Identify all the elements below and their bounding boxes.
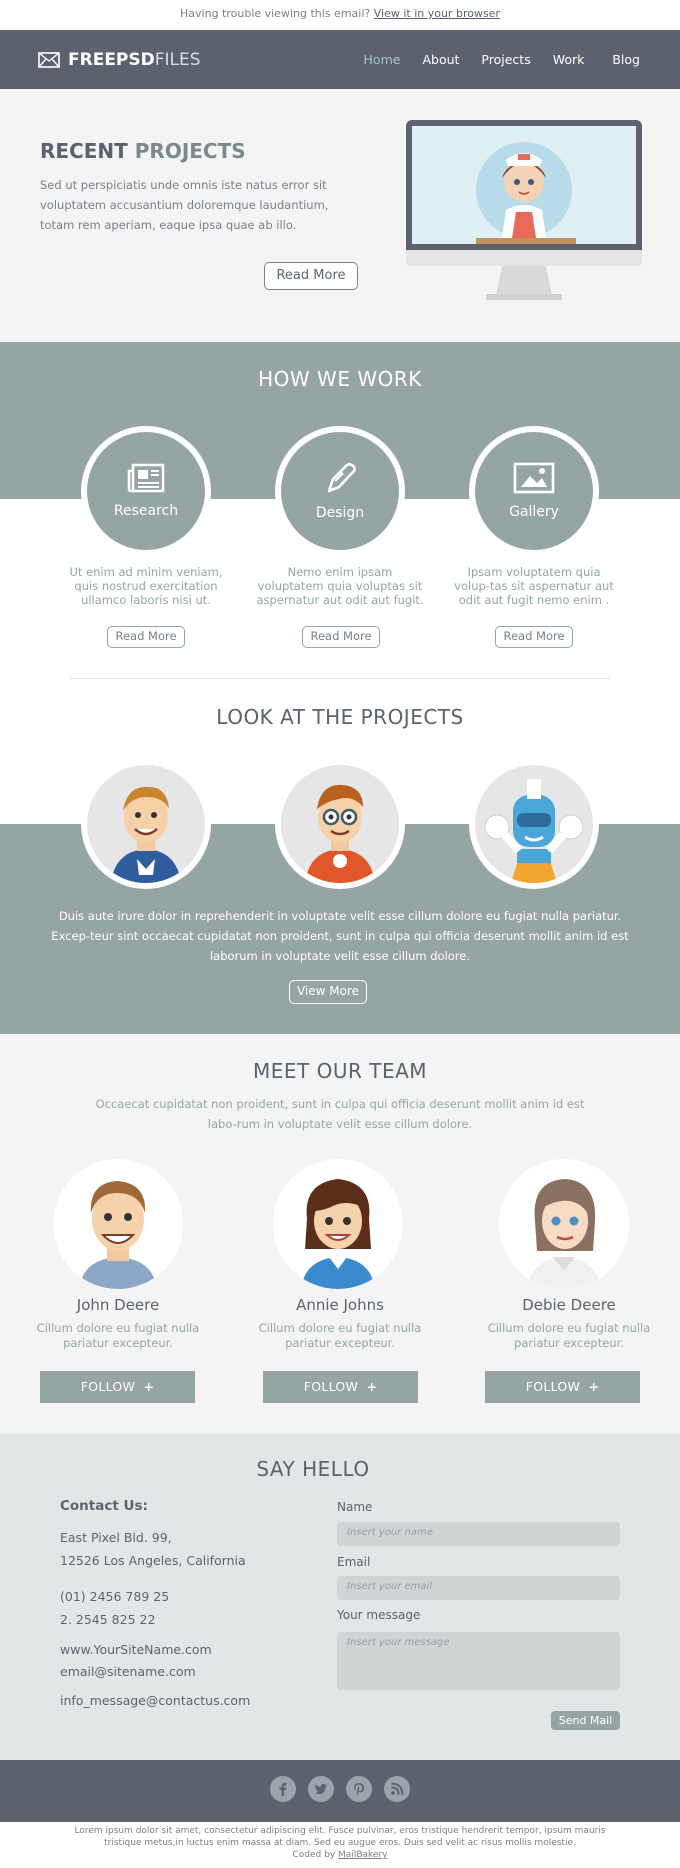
email-label: Email: [337, 1555, 371, 1569]
plus-icon: +: [588, 1379, 600, 1394]
envelope-icon: [38, 51, 60, 68]
view-more-button[interactable]: View More: [289, 980, 367, 1004]
john-portrait: [79, 1181, 157, 1289]
follow-annie-button[interactable]: FOLLOW +: [263, 1371, 418, 1403]
hero-text: Sed ut perspiciatis unde omnis iste natu…: [40, 178, 329, 232]
follow-debie-button[interactable]: FOLLOW +: [485, 1371, 640, 1403]
nav-home[interactable]: Home: [364, 52, 401, 67]
nav-projects[interactable]: Projects: [481, 52, 530, 67]
nav-blog[interactable]: Blog: [612, 52, 640, 67]
project-avatar-robot[interactable]: [469, 759, 599, 889]
logo[interactable]: FREEPSDFILES: [38, 30, 201, 89]
debie-portrait: [527, 1179, 601, 1289]
team-role-john: Cillum dolore eu fugiat nulla pariatur e…: [36, 1321, 200, 1350]
design-circle[interactable]: Design: [275, 426, 405, 556]
project-image-3: [484, 779, 584, 883]
coded-by-label: Coded by: [292, 1850, 336, 1860]
monitor-illustration: [406, 120, 642, 300]
footer-bar: [0, 1760, 680, 1822]
hero-title: RECENT PROJECTS: [40, 139, 246, 163]
project-image-1: [111, 786, 181, 883]
project-avatar-hero-red[interactable]: [275, 759, 405, 889]
twitter-icon[interactable]: [308, 1776, 334, 1802]
view-in-browser-link[interactable]: View it in your browser: [374, 7, 500, 20]
how-we-work-title: HOW WE WORK: [258, 367, 422, 391]
mailbakery-link[interactable]: MailBakery: [338, 1850, 387, 1860]
newspaper-icon: [127, 463, 165, 493]
browser-view-bar: Having trouble viewing this email? View …: [0, 0, 680, 30]
team-role-annie: Cillum dolore eu fugiat nulla pariatur e…: [258, 1321, 422, 1350]
design-read-more-button[interactable]: Read More: [302, 626, 380, 648]
gallery-read-more-button[interactable]: Read More: [495, 626, 573, 648]
team-avatar-debie: [499, 1159, 629, 1289]
logo-bold-text: FREEPSD: [68, 49, 155, 70]
gallery-label: Gallery: [509, 504, 559, 520]
browser-view-text: Having trouble viewing this email?: [180, 7, 371, 20]
name-input[interactable]: Insert your name: [337, 1522, 620, 1546]
research-circle[interactable]: Research: [81, 426, 211, 556]
projects-title: LOOK AT THE PROJECTS: [216, 705, 464, 729]
research-read-more-button[interactable]: Read More: [107, 626, 185, 648]
nav-about[interactable]: About: [422, 52, 459, 67]
research-text: Ut enim ad minim veniam, quis nostrud ex…: [69, 565, 223, 607]
nav-work[interactable]: Work: [553, 52, 585, 67]
team-title: MEET OUR TEAM: [252, 1059, 428, 1083]
contact-phone-2: 2. 2545 825 22: [60, 1612, 156, 1627]
team-role-debie: Cillum dolore eu fugiat nulla pariatur e…: [487, 1321, 651, 1350]
research-label: Research: [113, 503, 179, 519]
team-description: Occaecat cupidatat non proident, sunt in…: [95, 1097, 585, 1131]
contact-title: Contact Us:: [60, 1498, 148, 1514]
plus-icon: +: [366, 1379, 378, 1394]
email-input[interactable]: Insert your email: [337, 1576, 620, 1600]
footer-text: Lorem ipsum dolor sit amet, consectetur …: [55, 1825, 625, 1861]
contact-address-line2: 12526 Los Angeles, California: [60, 1553, 246, 1568]
project-avatar-hero-blue[interactable]: [81, 759, 211, 889]
main-nav: Home About Projects Work Blog: [364, 30, 640, 89]
follow-john-button[interactable]: FOLLOW +: [40, 1371, 195, 1403]
plus-icon: +: [143, 1379, 155, 1394]
team-avatar-annie: [273, 1159, 403, 1289]
contact-info-email[interactable]: info_message@contactus.com: [60, 1693, 250, 1708]
header: FREEPSDFILES Home About Projects Work Bl…: [0, 30, 680, 89]
project-image-2: [305, 784, 375, 883]
rss-icon[interactable]: [384, 1776, 410, 1802]
contact-website[interactable]: www.YourSiteName.com: [60, 1642, 212, 1657]
pen-icon: [327, 463, 356, 493]
message-textarea[interactable]: Insert your message: [337, 1632, 620, 1690]
message-label: Your message: [337, 1608, 421, 1622]
team-name-debie: Debie Deere: [522, 1296, 616, 1314]
annie-portrait: [301, 1179, 375, 1289]
name-label: Name: [337, 1500, 373, 1514]
design-label: Design: [315, 505, 365, 521]
hero-read-more-button[interactable]: Read More: [264, 262, 358, 290]
image-icon: [513, 462, 555, 494]
team-name-annie: Annie Johns: [296, 1296, 384, 1314]
say-hello-title: SAY HELLO: [256, 1457, 370, 1481]
footer-lorem: Lorem ipsum dolor sit amet, consectetur …: [74, 1826, 606, 1848]
projects-text: Duis aute irure dolor in reprehenderit i…: [51, 909, 629, 963]
gallery-text: Ipsam voluptatem quia volup-tas sit aspe…: [454, 565, 614, 607]
send-mail-button[interactable]: Send Mail: [551, 1711, 620, 1730]
gallery-circle[interactable]: Gallery: [469, 426, 599, 556]
design-text: Nemo enim ipsam voluptatem quia voluptas…: [256, 565, 424, 607]
contact-phone-1: (01) 2456 789 25: [60, 1589, 170, 1604]
contact-address-line1: East Pixel Bld. 99,: [60, 1530, 172, 1545]
team-avatar-john: [53, 1159, 183, 1289]
team-name-john: John Deere: [76, 1296, 160, 1314]
contact-email[interactable]: email@sitename.com: [60, 1664, 196, 1679]
section-divider: [70, 678, 610, 679]
logo-light-text: FILES: [154, 49, 201, 70]
facebook-icon[interactable]: [270, 1776, 296, 1802]
pinterest-icon[interactable]: [346, 1776, 372, 1802]
